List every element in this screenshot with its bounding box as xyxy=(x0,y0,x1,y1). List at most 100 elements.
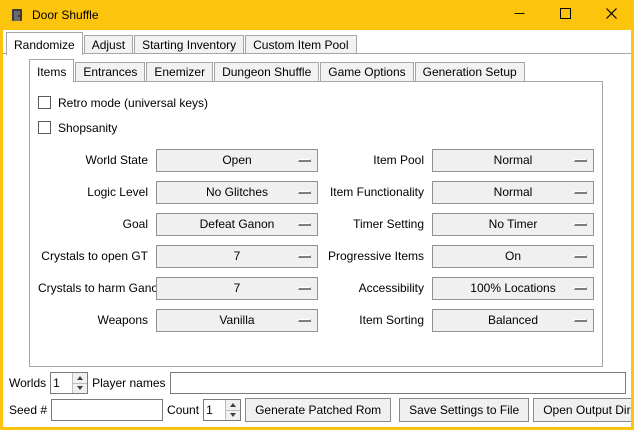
label-logic-level: Logic Level xyxy=(38,185,156,199)
dropdown-progressive-items[interactable]: On xyxy=(432,245,594,268)
tab-entrances[interactable]: Entrances xyxy=(75,62,145,81)
close-icon xyxy=(606,6,617,24)
close-button[interactable] xyxy=(588,0,634,30)
door-shuffle-window: Door Shuffle Randomize Adjust xyxy=(0,0,634,430)
option-menu-indicator-icon xyxy=(298,287,311,290)
label-world-state: World State xyxy=(38,153,156,167)
option-menu-indicator-icon xyxy=(298,159,311,162)
dropdown-goal[interactable]: Defeat Ganon xyxy=(156,213,318,236)
dropdown-value: 7 xyxy=(234,281,241,295)
label-timer-setting: Timer Setting xyxy=(318,217,432,231)
spin-down-button[interactable] xyxy=(73,384,87,394)
option-menu-indicator-icon xyxy=(574,223,587,226)
label-crystals-open-gt: Crystals to open GT xyxy=(38,249,156,263)
save-settings-button[interactable]: Save Settings to File xyxy=(399,398,529,422)
dropdown-world-state[interactable]: Open xyxy=(156,149,318,172)
label-item-pool: Item Pool xyxy=(318,153,432,167)
dropdown-logic-level[interactable]: No Glitches xyxy=(156,181,318,204)
dropdown-timer-setting[interactable]: No Timer xyxy=(432,213,594,236)
label-accessibility: Accessibility xyxy=(318,281,432,295)
tab-starting-inventory[interactable]: Starting Inventory xyxy=(134,35,244,54)
window-body: Randomize Adjust Starting Inventory Cust… xyxy=(3,30,631,427)
checkbox-box[interactable] xyxy=(38,121,51,134)
dropdown-item-functionality[interactable]: Normal xyxy=(432,181,594,204)
worlds-spinbox xyxy=(50,372,88,394)
window-title: Door Shuffle xyxy=(32,8,99,22)
titlebar[interactable]: Door Shuffle xyxy=(0,0,634,30)
minimize-button[interactable] xyxy=(496,0,542,30)
dropdown-crystals-open-gt[interactable]: 7 xyxy=(156,245,318,268)
checkbox-shopsanity[interactable]: Shopsanity xyxy=(38,115,594,140)
option-menu-indicator-icon xyxy=(298,255,311,258)
option-menu-indicator-icon xyxy=(574,255,587,258)
count-input[interactable] xyxy=(204,400,225,420)
label-goal: Goal xyxy=(38,217,156,231)
tab-generation-setup[interactable]: Generation Setup xyxy=(415,62,525,81)
worlds-input[interactable] xyxy=(51,373,72,393)
dropdown-item-pool[interactable]: Normal xyxy=(432,149,594,172)
label-weapons: Weapons xyxy=(38,313,156,327)
worlds-row: Worlds Player names xyxy=(9,371,626,395)
spin-down-button[interactable] xyxy=(226,411,240,421)
player-names-input[interactable] xyxy=(170,372,627,394)
dropdown-value: No Timer xyxy=(489,217,538,231)
tab-dungeon-shuffle[interactable]: Dungeon Shuffle xyxy=(214,62,319,81)
player-names-label: Player names xyxy=(92,376,165,390)
worlds-label: Worlds xyxy=(9,376,46,390)
items-tab-pane: Retro mode (universal keys) Shopsanity W… xyxy=(29,81,603,367)
seed-label: Seed # xyxy=(9,403,47,417)
spin-up-button[interactable] xyxy=(73,373,87,384)
arrow-down-icon xyxy=(77,386,83,390)
maximize-button[interactable] xyxy=(542,0,588,30)
label-item-sorting: Item Sorting xyxy=(318,313,432,327)
dropdown-value: On xyxy=(505,249,521,263)
checkbox-retro-mode[interactable]: Retro mode (universal keys) xyxy=(38,90,594,115)
options-grid: World State Open Item Pool Normal Logic … xyxy=(38,144,594,336)
count-spin-buttons xyxy=(225,400,240,420)
dropdown-accessibility[interactable]: 100% Locations xyxy=(432,277,594,300)
dropdown-value: Defeat Ganon xyxy=(200,217,275,231)
count-spinbox xyxy=(203,399,241,421)
checkbox-label: Retro mode (universal keys) xyxy=(58,96,208,110)
generate-patched-rom-button[interactable]: Generate Patched Rom xyxy=(245,398,391,422)
tab-game-options[interactable]: Game Options xyxy=(320,62,413,81)
checkbox-box[interactable] xyxy=(38,96,51,109)
worlds-spin-buttons xyxy=(72,373,87,393)
checkbox-label: Shopsanity xyxy=(58,121,117,135)
dropdown-value: No Glitches xyxy=(206,185,268,199)
spin-up-button[interactable] xyxy=(226,400,240,411)
tab-adjust[interactable]: Adjust xyxy=(84,35,133,54)
tab-randomize[interactable]: Randomize xyxy=(6,32,83,55)
arrow-up-icon xyxy=(77,376,83,380)
randomize-tab-pane: Items Entrances Enemizer Dungeon Shuffle… xyxy=(3,53,631,367)
dropdown-crystals-harm-ganon[interactable]: 7 xyxy=(156,277,318,300)
maximize-icon xyxy=(560,6,571,24)
dropdown-value: Vanilla xyxy=(219,313,254,327)
dropdown-value: Open xyxy=(222,153,251,167)
inner-tab-bar: Items Entrances Enemizer Dungeon Shuffle… xyxy=(29,57,603,81)
tab-enemizer[interactable]: Enemizer xyxy=(146,62,213,81)
dropdown-value: 100% Locations xyxy=(470,281,555,295)
dropdown-value: Normal xyxy=(494,185,533,199)
dropdown-weapons[interactable]: Vanilla xyxy=(156,309,318,332)
app-icon door-icon xyxy=(9,7,25,23)
tab-items[interactable]: Items xyxy=(29,59,74,82)
minimize-icon xyxy=(514,6,525,24)
count-label: Count xyxy=(167,403,199,417)
arrow-down-icon xyxy=(230,413,236,417)
seed-input[interactable] xyxy=(51,399,163,421)
option-menu-indicator-icon xyxy=(298,223,311,226)
option-menu-indicator-icon xyxy=(574,191,587,194)
label-progressive-items: Progressive Items xyxy=(318,249,432,263)
tab-custom-item-pool[interactable]: Custom Item Pool xyxy=(245,35,356,54)
dropdown-value: 7 xyxy=(234,249,241,263)
option-menu-indicator-icon xyxy=(298,191,311,194)
open-output-directory-button[interactable]: Open Output Directory xyxy=(533,398,634,422)
dropdown-value: Balanced xyxy=(488,313,538,327)
window-controls xyxy=(496,0,634,30)
dropdown-item-sorting[interactable]: Balanced xyxy=(432,309,594,332)
option-menu-indicator-icon xyxy=(574,287,587,290)
dropdown-value: Normal xyxy=(494,153,533,167)
option-menu-indicator-icon xyxy=(298,319,311,322)
option-menu-indicator-icon xyxy=(574,159,587,162)
